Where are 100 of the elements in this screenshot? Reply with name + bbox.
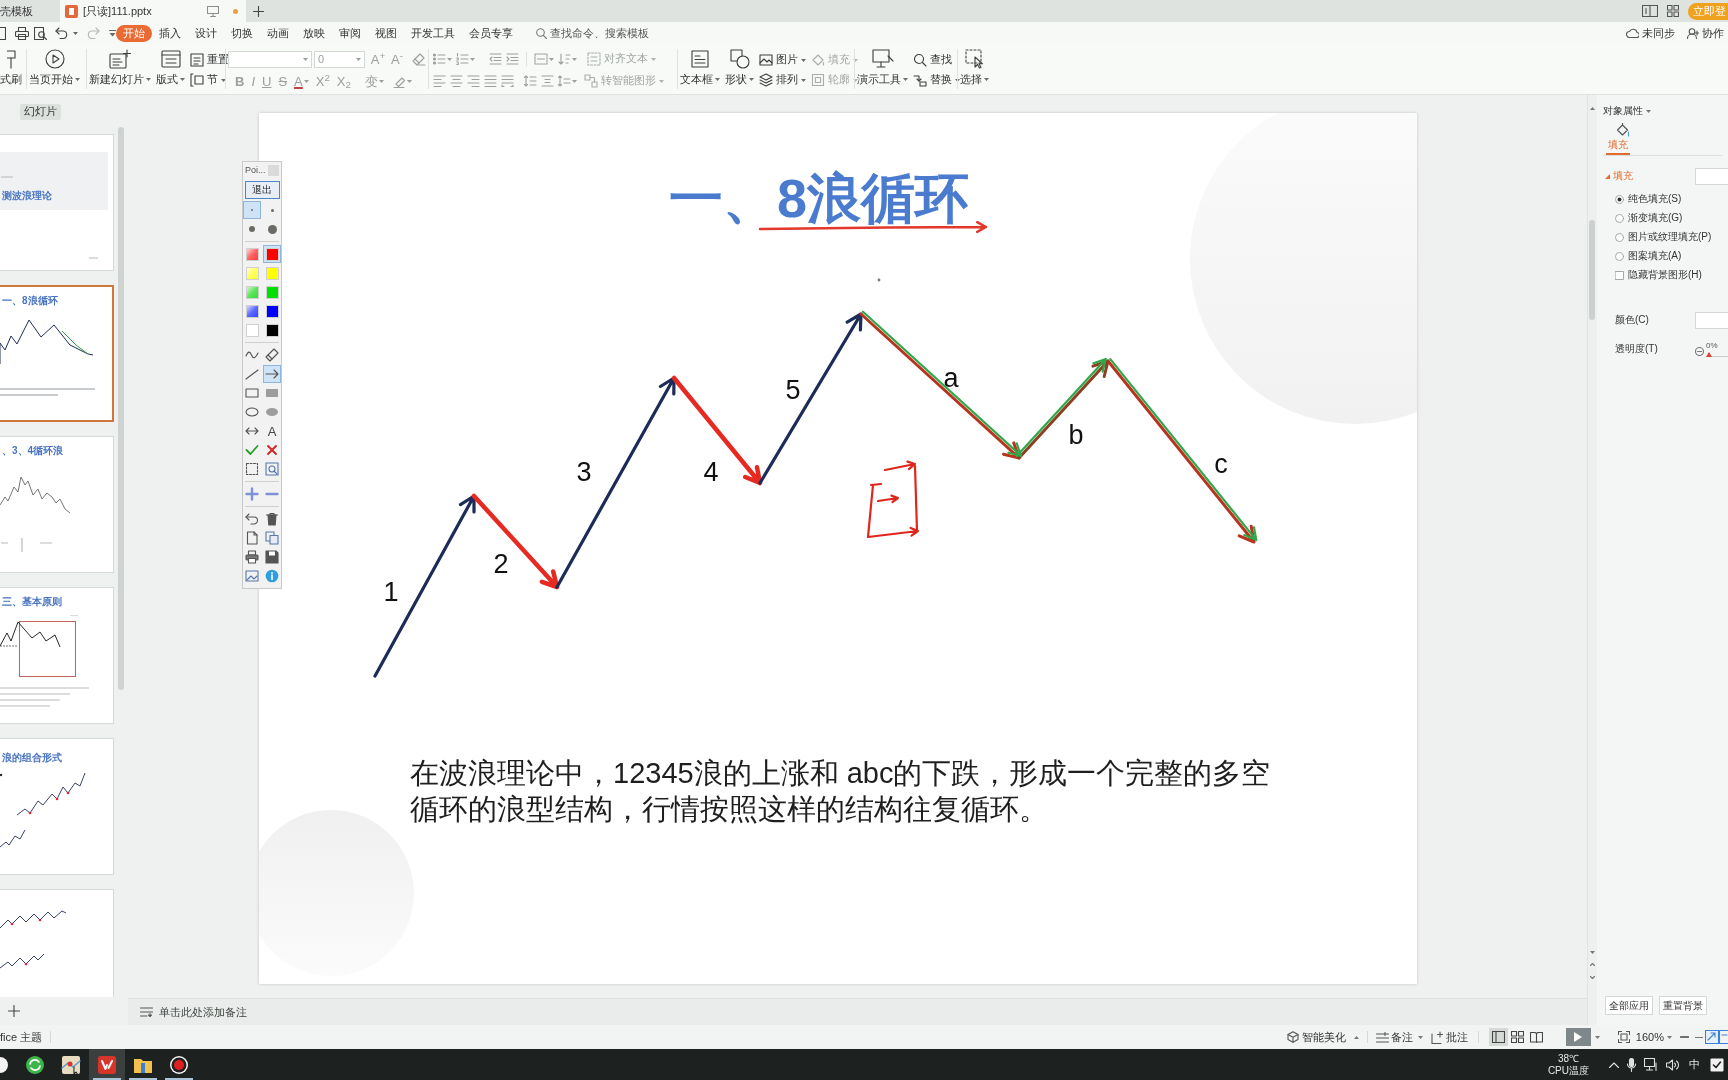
find-button[interactable]: 查找 (913, 50, 960, 70)
slide-thumbnail[interactable] (0, 889, 114, 997)
comments-button[interactable]: 批注 (1430, 1028, 1468, 1046)
input-method-button[interactable]: 中 (1687, 1056, 1702, 1073)
menu-tab[interactable]: 动画 (260, 24, 296, 42)
align-left-icon[interactable] (433, 75, 446, 87)
menu-tab[interactable]: 会员专享 (462, 24, 520, 42)
undo-icon[interactable] (245, 512, 259, 526)
caret-down-icon[interactable] (1590, 951, 1595, 954)
align-center-icon[interactable] (450, 75, 463, 87)
microphone-icon[interactable] (1627, 1057, 1636, 1072)
notes-field[interactable]: 单击此处添加备注 (159, 1003, 459, 1021)
chevron-up-icon[interactable] (1609, 1061, 1619, 1068)
speaker-icon[interactable] (1666, 1058, 1679, 1071)
section-button[interactable]: 节 (190, 70, 229, 90)
line-spacing-icon[interactable] (524, 75, 537, 87)
menu-tab[interactable]: 设计 (188, 24, 224, 42)
taskbar-app[interactable] (89, 1049, 125, 1080)
search-field[interactable]: 查找命令、搜索模板 (550, 25, 654, 41)
align-right-icon[interactable] (467, 75, 480, 87)
select-button[interactable]: 选择 (960, 46, 989, 92)
text-box-button[interactable]: 文本框 (680, 46, 720, 92)
radio-button[interactable] (1615, 213, 1624, 223)
outdent-icon[interactable] (489, 53, 502, 65)
panel-button[interactable]: 重置背景 (1659, 996, 1707, 1015)
customize-icon[interactable] (109, 29, 116, 37)
minus-circle-icon[interactable] (1695, 347, 1704, 356)
presenter-tools-button[interactable]: 演示工具 (857, 46, 908, 92)
eraser-icon[interactable] (412, 52, 426, 66)
scrollbar-thumb[interactable] (118, 127, 124, 690)
printer-icon[interactable] (245, 550, 259, 564)
checkbox[interactable] (1615, 270, 1624, 280)
radio-button[interactable] (1615, 251, 1624, 261)
scrollbar-thumb[interactable] (1589, 220, 1595, 320)
picture-button[interactable]: 图片 (759, 50, 806, 70)
printer-icon[interactable] (15, 26, 29, 40)
color-dropdown[interactable] (1695, 311, 1728, 329)
exit-button[interactable]: 退出 (244, 181, 280, 199)
font-name-field[interactable] (228, 50, 312, 68)
caret-up-icon[interactable] (1590, 107, 1595, 110)
slider-thumb[interactable] (1706, 352, 1712, 357)
menu-tab[interactable]: 审阅 (332, 24, 368, 42)
tool-button[interactable] (263, 460, 281, 478)
spacing-arrows-icon[interactable] (558, 75, 571, 87)
copy-pages-icon[interactable] (265, 531, 279, 545)
radio-button[interactable] (1615, 232, 1624, 242)
play-current-button[interactable]: 当页开始 (29, 46, 80, 92)
plus-icon[interactable] (253, 5, 264, 17)
notes-button[interactable]: 备注 (1375, 1028, 1423, 1046)
menu-tab[interactable]: 切换 (224, 24, 260, 42)
play-button[interactable] (1565, 1028, 1591, 1046)
split-window-icon[interactable] (1642, 5, 1658, 17)
document-tab[interactable]: [只读]111.pptx (60, 0, 246, 22)
fit-window-icon[interactable] (1617, 1031, 1630, 1043)
text-tool-button[interactable]: A (263, 422, 281, 440)
window-edge-icon[interactable] (1719, 1030, 1728, 1044)
print-preview-icon[interactable] (34, 26, 47, 40)
menu-tab[interactable]: 放映 (296, 24, 332, 42)
sync-button[interactable]: 未同步 (1626, 24, 1675, 42)
window-corner-icon[interactable] (1705, 1030, 1719, 1044)
page-down-icon[interactable] (1590, 975, 1595, 980)
undo-icon[interactable] (55, 27, 68, 39)
slide-thumbnail[interactable]: 三、基本原则 (0, 587, 114, 724)
sort-icon[interactable] (558, 53, 571, 65)
radio-button[interactable] (1615, 194, 1624, 204)
zoom-level-button[interactable]: 160% (1635, 1028, 1672, 1046)
shape-button[interactable]: 形状 (725, 46, 754, 92)
beautify-button[interactable]: 智能美化 (1286, 1028, 1346, 1046)
replace-button[interactable]: 替换 (913, 70, 960, 90)
page-up-icon[interactable] (1590, 962, 1595, 967)
action-center-icon[interactable] (1710, 1057, 1724, 1072)
numbered-list-icon[interactable] (456, 53, 469, 65)
arrange-button[interactable]: 排列 (759, 70, 806, 90)
format-painter-button[interactable]: 式刷 (0, 46, 22, 92)
plus-icon[interactable] (8, 1005, 20, 1017)
tool-button[interactable] (263, 365, 281, 383)
indent-icon[interactable] (506, 53, 519, 65)
new-slide-button[interactable]: 新建幻灯片 (89, 46, 151, 92)
picture-icon[interactable] (245, 569, 259, 583)
expanded-triangle-icon[interactable] (1605, 173, 1610, 179)
slide-thumbnail[interactable]: 一、8浪循环 (0, 285, 114, 422)
distribute-icon[interactable] (501, 75, 514, 87)
document-icon[interactable] (0, 26, 6, 40)
display-icon[interactable] (207, 5, 219, 17)
trash-icon[interactable] (265, 512, 279, 526)
page-icon[interactable] (245, 531, 259, 545)
info-icon[interactable] (265, 569, 279, 583)
caret-up-icon[interactable] (1353, 1035, 1359, 1039)
slide-thumbnail[interactable]: 测波浪理论 (0, 134, 114, 271)
menu-tab[interactable]: 开发工具 (404, 24, 462, 42)
layout-button[interactable]: 版式 (156, 46, 185, 92)
panel-button[interactable]: 全部应用 (1605, 996, 1653, 1015)
slide-thumbnail[interactable]: 浪的组合形式 (0, 738, 114, 875)
network-icon[interactable] (1644, 1058, 1658, 1071)
panel-title-dropdown[interactable]: 对象属性 (1603, 104, 1651, 118)
menu-tab[interactable]: 插入 (152, 24, 188, 42)
view-button[interactable] (1488, 1028, 1508, 1046)
collaborate-button[interactable]: 协作 (1687, 24, 1724, 42)
paragraph-spacing-icon[interactable] (541, 75, 554, 87)
slide-thumbnail[interactable]: 、3、4循环浪 (0, 436, 114, 573)
